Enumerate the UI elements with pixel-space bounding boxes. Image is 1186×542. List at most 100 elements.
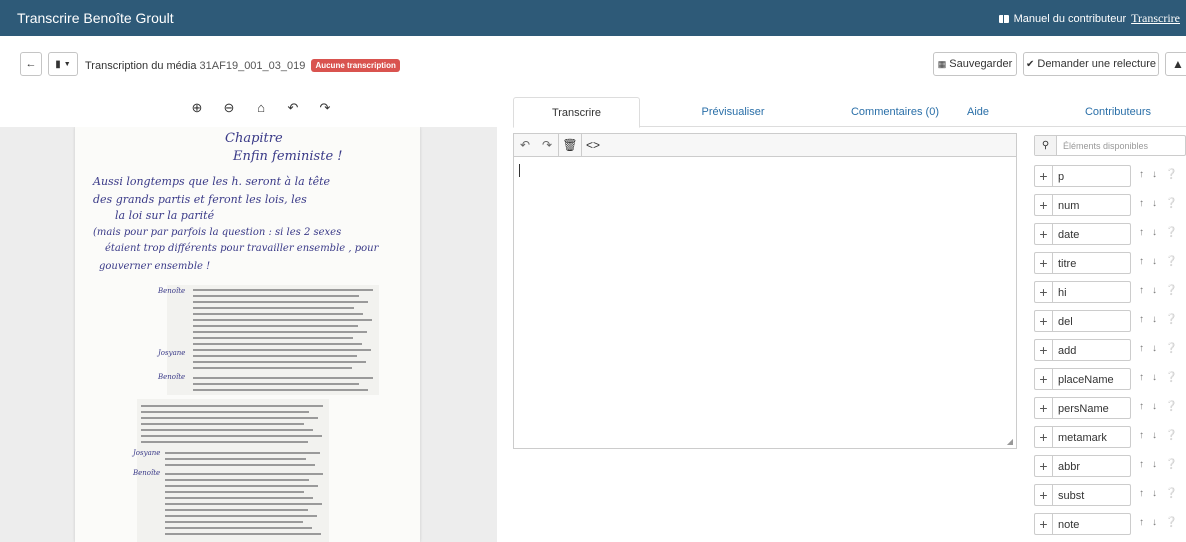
printed-line xyxy=(165,533,321,535)
arrow-up-icon[interactable]: ↑ xyxy=(1139,459,1144,470)
element-insert-button[interactable]: + subst xyxy=(1034,484,1131,506)
element-row: + placeName ↑ ↓ ❔ xyxy=(1034,365,1186,394)
printed-line xyxy=(193,337,353,339)
trash-icon[interactable]: 🗑 xyxy=(559,138,581,152)
arrow-down-icon[interactable]: ↓ xyxy=(1152,314,1157,325)
printed-line xyxy=(165,458,306,460)
manual-link[interactable]: Manuel du contributeur xyxy=(1014,13,1127,25)
printed-line xyxy=(165,479,309,481)
arrow-up-icon[interactable]: ↑ xyxy=(1139,227,1144,238)
arrow-down-icon[interactable]: ↓ xyxy=(1152,227,1157,238)
arrow-down-icon[interactable]: ↓ xyxy=(1152,517,1157,528)
zoom-out-icon[interactable]: ⊖ xyxy=(222,100,236,116)
arrow-down-icon[interactable]: ↓ xyxy=(1152,169,1157,180)
arrow-up-icon[interactable]: ↑ xyxy=(1139,343,1144,354)
printed-line xyxy=(165,503,322,505)
arrow-up-icon[interactable]: ↑ xyxy=(1139,314,1144,325)
arrow-up-icon[interactable]: ↑ xyxy=(1139,285,1144,296)
element-name: hi xyxy=(1058,287,1067,299)
element-insert-button[interactable]: + p xyxy=(1034,165,1131,187)
zoom-in-icon[interactable]: ⊕ xyxy=(190,100,204,116)
element-insert-button[interactable]: + hi xyxy=(1034,281,1131,303)
tab-aide[interactable]: Aide xyxy=(943,97,1013,127)
undo-icon[interactable]: ↶ xyxy=(514,138,536,152)
element-insert-button[interactable]: + persName xyxy=(1034,397,1131,419)
save-button[interactable]: ▦ Sauvegarder xyxy=(933,52,1017,76)
handwriting-line: gouverner ensemble ! xyxy=(99,261,211,272)
element-insert-button[interactable]: + add xyxy=(1034,339,1131,361)
element-insert-button[interactable]: + date xyxy=(1034,223,1131,245)
help-icon[interactable]: ❔ xyxy=(1165,372,1177,383)
printed-line xyxy=(193,349,371,351)
help-icon[interactable]: ❔ xyxy=(1165,198,1177,209)
printed-line xyxy=(141,435,322,437)
rotate-left-icon[interactable]: ↶ xyxy=(286,100,300,116)
media-title: Transcription du média 31AF19_001_03_019… xyxy=(85,59,400,73)
transcribe-link[interactable]: Transcrire xyxy=(1131,11,1180,26)
document-menu-button[interactable]: ▮ ▼ xyxy=(48,52,78,76)
arrow-down-icon[interactable]: ↓ xyxy=(1152,372,1157,383)
arrow-up-icon[interactable]: ↑ xyxy=(1139,198,1144,209)
element-insert-button[interactable]: + num xyxy=(1034,194,1131,216)
element-actions: ↑ ↓ ❔ xyxy=(1139,430,1177,441)
arrow-down-icon[interactable]: ↓ xyxy=(1152,198,1157,209)
handwriting-line: étaient trop différents pour travailler … xyxy=(105,243,379,254)
printed-line xyxy=(165,509,308,511)
printed-line xyxy=(193,295,359,297)
printed-line xyxy=(193,389,368,391)
help-icon[interactable]: ❔ xyxy=(1165,430,1177,441)
document-image-viewer[interactable]: Chapitre Enfin feministe ! Aussi longtem… xyxy=(0,127,497,542)
tab-transcrire[interactable]: Transcrire xyxy=(513,97,640,128)
printed-line xyxy=(141,411,309,413)
element-insert-button[interactable]: + metamark xyxy=(1034,426,1131,448)
help-icon[interactable]: ❔ xyxy=(1165,517,1177,528)
help-icon[interactable]: ❔ xyxy=(1165,343,1177,354)
element-actions: ↑ ↓ ❔ xyxy=(1139,285,1177,296)
tab-previsualiser[interactable]: Prévisualiser xyxy=(653,97,813,127)
arrow-down-icon[interactable]: ↓ xyxy=(1152,285,1157,296)
element-name: subst xyxy=(1058,490,1085,502)
help-icon[interactable]: ❔ xyxy=(1165,401,1177,412)
warning-button[interactable]: ▲ xyxy=(1165,52,1186,76)
resize-handle-icon[interactable]: ◢ xyxy=(1007,437,1013,446)
arrow-up-icon[interactable]: ↑ xyxy=(1139,488,1144,499)
arrow-up-icon[interactable]: ↑ xyxy=(1139,169,1144,180)
arrow-up-icon[interactable]: ↑ xyxy=(1139,401,1144,412)
arrow-down-icon[interactable]: ↓ xyxy=(1152,459,1157,470)
element-insert-button[interactable]: + abbr xyxy=(1034,455,1131,477)
arrow-up-icon[interactable]: ↑ xyxy=(1139,517,1144,528)
arrow-up-icon[interactable]: ↑ xyxy=(1139,430,1144,441)
help-icon[interactable]: ❔ xyxy=(1165,459,1177,470)
home-icon[interactable]: ⌂ xyxy=(254,100,268,116)
back-button[interactable]: ← xyxy=(20,52,42,76)
element-insert-button[interactable]: + titre xyxy=(1034,252,1131,274)
editor-textarea[interactable] xyxy=(514,158,1016,448)
tab-contributeurs[interactable]: Contributeurs xyxy=(1053,97,1183,127)
help-icon[interactable]: ❔ xyxy=(1165,256,1177,267)
arrow-down-icon[interactable]: ↓ xyxy=(1152,488,1157,499)
redo-icon[interactable]: ↷ xyxy=(536,138,558,152)
arrow-up-icon[interactable]: ↑ xyxy=(1139,256,1144,267)
help-icon[interactable]: ❔ xyxy=(1165,285,1177,296)
printed-line xyxy=(193,355,357,357)
arrow-up-icon[interactable]: ↑ xyxy=(1139,372,1144,383)
element-insert-button[interactable]: + note xyxy=(1034,513,1131,535)
printed-line xyxy=(165,521,303,523)
rotate-right-icon[interactable]: ↷ xyxy=(318,100,332,116)
arrow-down-icon[interactable]: ↓ xyxy=(1152,401,1157,412)
plus-icon: + xyxy=(1035,224,1053,244)
help-icon[interactable]: ❔ xyxy=(1165,169,1177,180)
arrow-down-icon[interactable]: ↓ xyxy=(1152,430,1157,441)
element-insert-button[interactable]: + placeName xyxy=(1034,368,1131,390)
request-review-button[interactable]: ✔ Demander une relecture xyxy=(1023,52,1159,76)
help-icon[interactable]: ❔ xyxy=(1165,314,1177,325)
element-insert-button[interactable]: + del xyxy=(1034,310,1131,332)
code-icon[interactable]: <> xyxy=(582,138,604,152)
arrow-down-icon[interactable]: ↓ xyxy=(1152,343,1157,354)
help-icon[interactable]: ❔ xyxy=(1165,227,1177,238)
arrow-down-icon[interactable]: ↓ xyxy=(1152,256,1157,267)
help-icon[interactable]: ❔ xyxy=(1165,488,1177,499)
element-actions: ↑ ↓ ❔ xyxy=(1139,517,1177,528)
elements-search[interactable]: ⚲ Éléments disponibles xyxy=(1034,135,1186,156)
transcription-editor[interactable]: ↶ ↷ 🗑 <> ◢ xyxy=(513,133,1017,449)
